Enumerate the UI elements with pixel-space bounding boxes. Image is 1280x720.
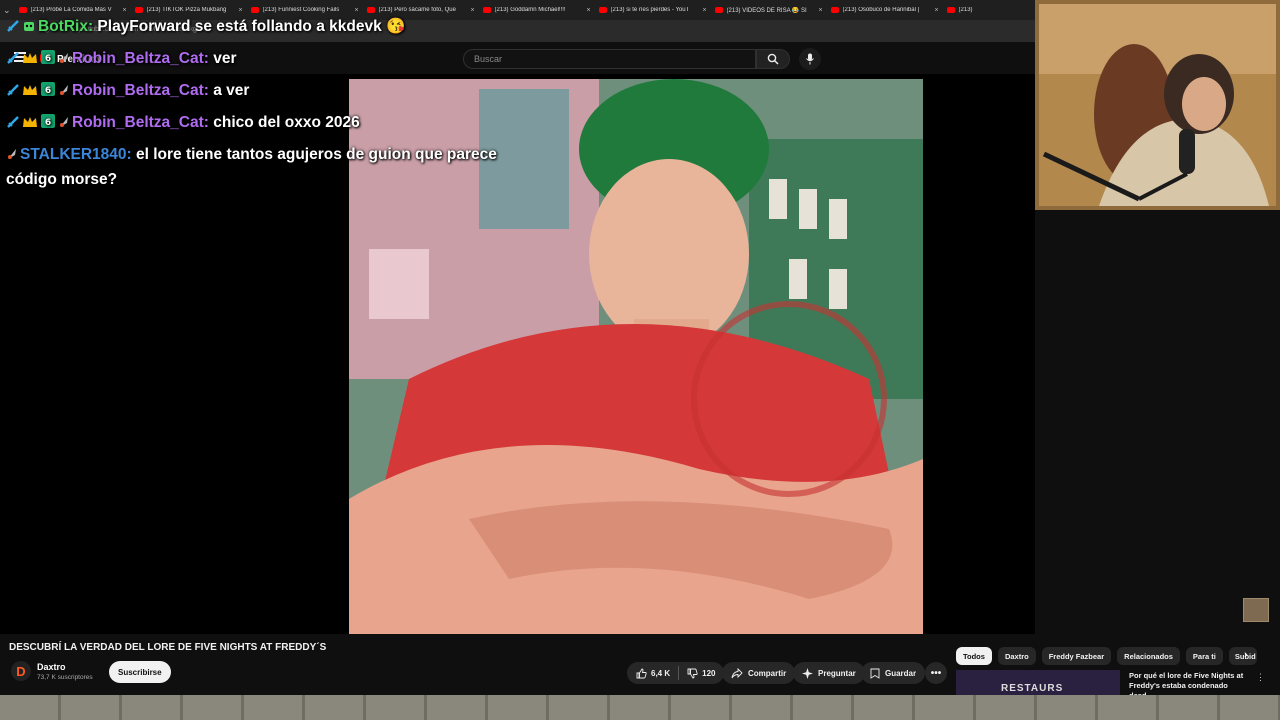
crown-badge-icon: [22, 46, 38, 76]
chat-username[interactable]: Robin_Beltza_Cat:: [72, 82, 209, 99]
close-tab-icon[interactable]: ×: [586, 7, 590, 14]
tab-title: (213) Osobuco de Hannibal |: [842, 7, 920, 13]
dislike-count: 120: [702, 668, 716, 678]
floor-background: [0, 695, 1280, 720]
tab-title: (213): [958, 7, 973, 13]
bookmark-icon: [870, 668, 880, 679]
filter-chips: Todos Daxtro Freddy Fazbear Relacionados…: [956, 647, 1257, 665]
channel-avatar[interactable]: D: [11, 661, 31, 681]
browser-tab[interactable]: (213) si te ríes pierdes - YouT ×: [595, 0, 711, 20]
microphone-icon: [806, 53, 814, 65]
share-icon: [731, 667, 743, 678]
youtube-favicon-icon: [598, 7, 607, 13]
save-label: Guardar: [885, 668, 917, 678]
chat-username[interactable]: STALKER1840:: [20, 146, 132, 163]
sword-badge-icon: [6, 14, 20, 44]
tab-title: (213) si te ríes pierdes - YouT: [610, 7, 690, 13]
chevron-right-icon[interactable]: ›: [1244, 649, 1248, 661]
recommendation-thumbnail[interactable]: RESTAURS: [956, 670, 1120, 695]
youtube-favicon-icon: [714, 7, 723, 13]
chat-text: ver: [213, 50, 237, 67]
share-button[interactable]: Compartir: [722, 662, 796, 684]
rocket-badge-icon: [6, 145, 18, 168]
close-tab-icon[interactable]: ×: [702, 7, 706, 14]
browser-tab[interactable]: (213) VIDEOS DE RISA 😂 SI ×: [711, 0, 827, 20]
chat-text: chico del oxxo 2026: [213, 114, 360, 131]
chat-message: 6 Robin_Beltza_Cat: ver: [0, 44, 530, 76]
svg-text:6: 6: [45, 118, 51, 128]
more-dots-icon: •••: [930, 667, 942, 679]
like-button[interactable]: 6,4 K: [636, 668, 670, 679]
browser-tab[interactable]: (213): [943, 0, 1035, 20]
chat-message: 6 Robin_Beltza_Cat: chico del oxxo 2026: [0, 108, 530, 140]
rocket-badge-icon: [58, 46, 70, 76]
search-icon: [767, 53, 779, 65]
youtube-favicon-icon: [830, 7, 839, 13]
sword-badge-icon: [6, 78, 20, 108]
number-badge-icon: 6: [40, 78, 56, 108]
svg-text:6: 6: [45, 54, 51, 64]
chat-text: PlayForward se está follando a kkdevk 😘: [97, 18, 406, 35]
save-button[interactable]: Guardar: [861, 662, 926, 684]
rocket-badge-icon: [58, 110, 70, 140]
number-badge-icon: 6: [40, 46, 56, 76]
ask-button[interactable]: Preguntar: [793, 662, 865, 684]
chip-subidos[interactable]: Subid: [1228, 647, 1257, 665]
rocket-badge-icon: [58, 78, 70, 108]
video-info-bar: DESCUBRÍ LA VERDAD DEL LORE DE FIVE NIGH…: [0, 634, 1280, 700]
thumbnail-text: RESTAURS: [1001, 683, 1064, 694]
number-badge-icon: 6: [40, 110, 56, 140]
chat-username[interactable]: BotRix:: [38, 18, 93, 35]
subscriber-count: 73,7 K suscriptores: [37, 674, 93, 681]
like-count: 6,4 K: [651, 668, 671, 678]
like-dislike-group: 6,4 K 120: [627, 662, 725, 684]
corner-thumbnail-image: [1243, 598, 1269, 622]
sword-badge-icon: [6, 110, 20, 140]
chat-username[interactable]: Robin_Beltza_Cat:: [72, 114, 209, 131]
ask-label: Preguntar: [818, 668, 856, 678]
chip-freddy-fazbear[interactable]: Freddy Fazbear: [1041, 647, 1112, 665]
video-title: DESCUBRÍ LA VERDAD DEL LORE DE FIVE NIGH…: [9, 642, 327, 653]
thumbs-up-icon: [636, 668, 647, 678]
thumbs-down-icon: [687, 668, 698, 678]
close-tab-icon[interactable]: ×: [818, 7, 822, 14]
tab-title: (213) VIDEOS DE RISA 😂 SI: [726, 7, 807, 14]
more-vertical-icon[interactable]: ⋮: [1256, 672, 1265, 683]
browser-tab[interactable]: (213) Osobuco de Hannibal | ×: [827, 0, 943, 20]
webcam-image: [1039, 4, 1276, 206]
svg-text:6: 6: [45, 86, 51, 96]
chat-message: 6 Robin_Beltza_Cat: a ver: [0, 76, 530, 108]
chat-text: a ver: [213, 82, 250, 99]
chip-para-ti[interactable]: Para ti: [1185, 647, 1223, 665]
sword-badge-icon: [6, 46, 20, 76]
bot-badge-icon: [22, 14, 36, 44]
streamer-webcam: [1035, 0, 1280, 210]
crown-badge-icon: [22, 110, 38, 140]
sparkle-icon: [802, 667, 813, 679]
chip-todos[interactable]: Todos: [956, 647, 992, 665]
chat-message: STALKER1840: el lore tiene tantos agujer…: [0, 143, 530, 191]
more-actions-button[interactable]: •••: [925, 662, 947, 684]
chat-username[interactable]: Robin_Beltza_Cat:: [72, 50, 209, 67]
voice-search-button[interactable]: [799, 48, 821, 70]
divider: [678, 666, 680, 680]
search-button[interactable]: [756, 49, 790, 69]
stream-chat-overlay: BotRix: PlayForward se está follando a k…: [0, 12, 530, 191]
subscribe-button[interactable]: Suscribirse: [109, 661, 171, 683]
youtube-favicon-icon: [946, 7, 955, 13]
chip-relacionados[interactable]: Relacionados: [1117, 647, 1180, 665]
chip-daxtro[interactable]: Daxtro: [997, 647, 1036, 665]
channel-name[interactable]: Daxtro: [37, 662, 66, 672]
close-tab-icon[interactable]: ×: [934, 7, 938, 14]
dislike-button[interactable]: 120: [687, 668, 715, 679]
crown-badge-icon: [22, 78, 38, 108]
share-label: Compartir: [748, 668, 787, 678]
chat-message: BotRix: PlayForward se está follando a k…: [0, 12, 530, 44]
